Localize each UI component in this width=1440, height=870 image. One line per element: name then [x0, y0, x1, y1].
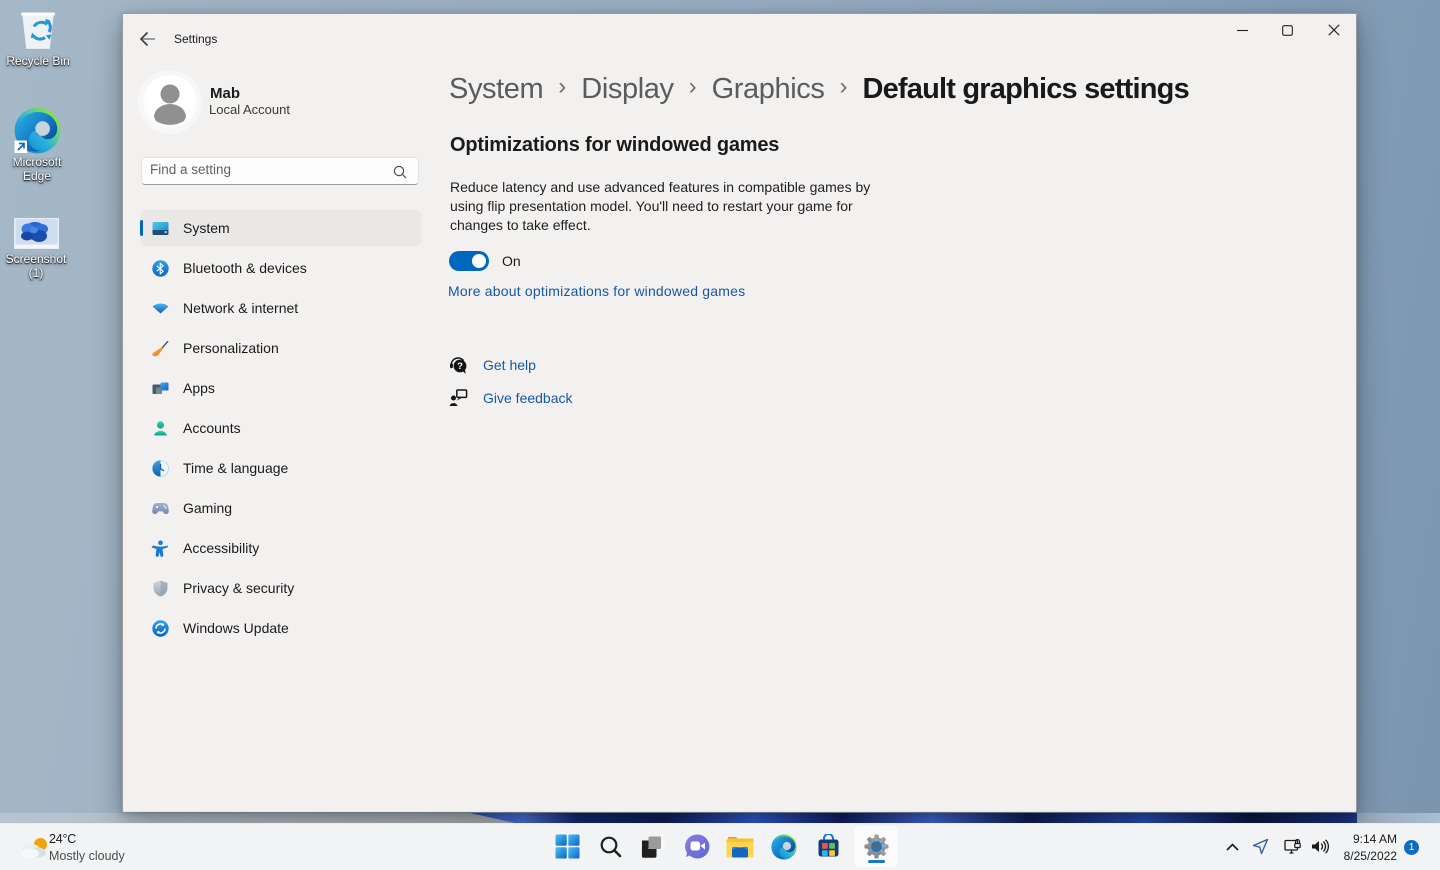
svg-text:?: ? [457, 361, 463, 372]
